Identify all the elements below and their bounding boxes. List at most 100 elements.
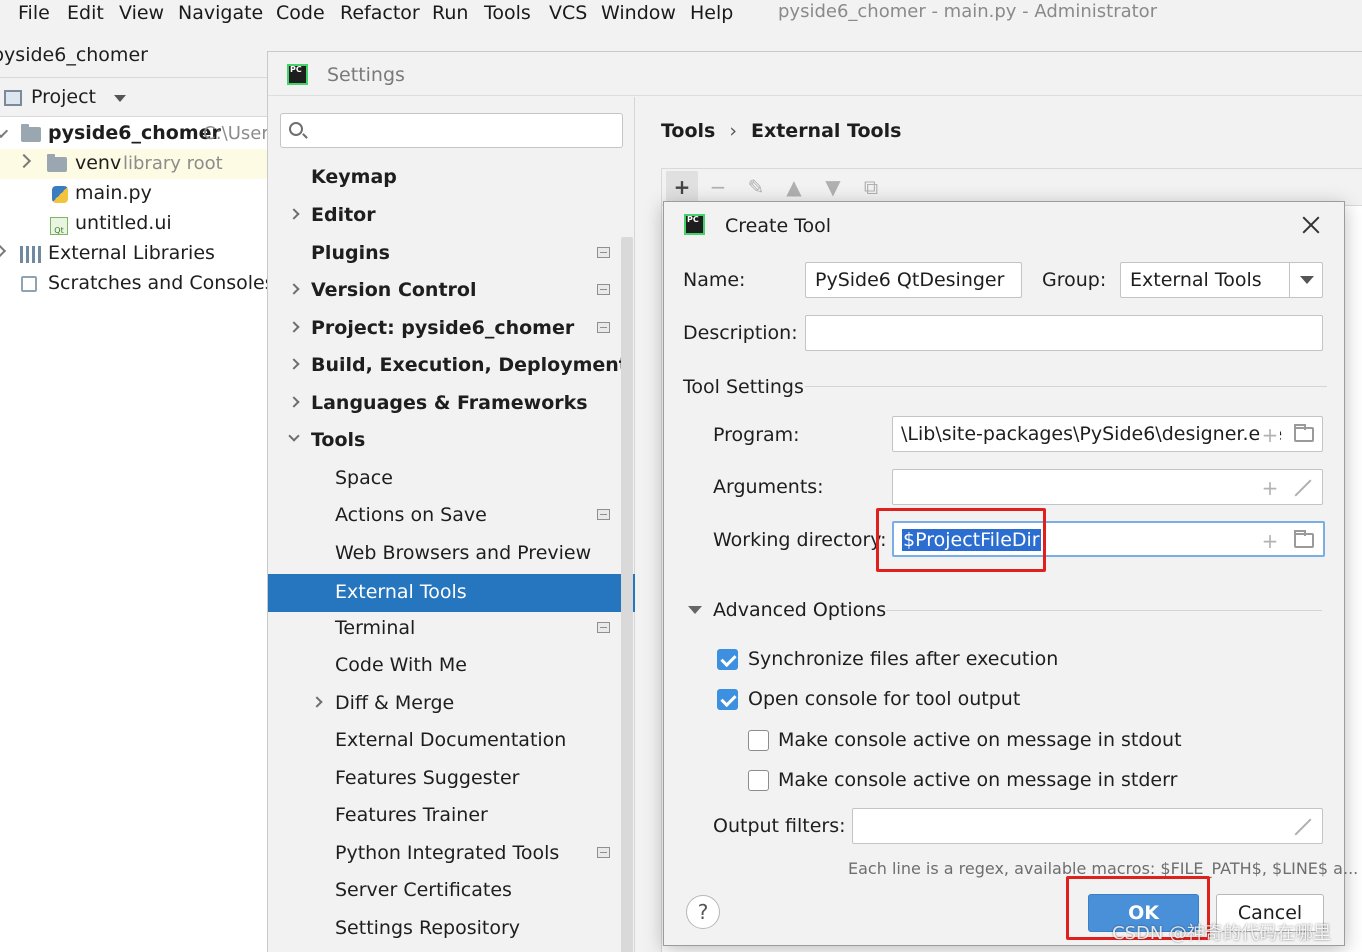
settings-breadcrumb: Tools › External Tools bbox=[661, 120, 901, 142]
move-down-icon[interactable]: ▼ bbox=[823, 177, 843, 197]
tree-item-venv[interactable]: venv library root bbox=[0, 149, 268, 179]
chevron-down-icon[interactable] bbox=[688, 606, 702, 614]
settings-item-build[interactable]: Build, Execution, Deployment bbox=[268, 346, 628, 384]
settings-item-features-suggester[interactable]: Features Suggester bbox=[268, 759, 621, 797]
sync-files-checkbox[interactable] bbox=[717, 649, 738, 670]
chevron-right-icon[interactable] bbox=[288, 283, 300, 295]
settings-tree-scrollbar[interactable] bbox=[621, 237, 633, 952]
settings-item-keymap[interactable]: Keymap bbox=[268, 158, 621, 196]
chevron-right-icon[interactable] bbox=[0, 243, 7, 259]
tree-item-scratches[interactable]: Scratches and Consoles bbox=[0, 269, 268, 299]
chevron-right-icon[interactable] bbox=[288, 321, 300, 333]
chevron-down-icon[interactable] bbox=[114, 95, 126, 102]
remove-icon[interactable]: − bbox=[708, 177, 728, 197]
group-dropdown[interactable]: External Tools bbox=[1120, 262, 1323, 298]
console-stderr-label[interactable]: Make console active on message in stderr bbox=[778, 769, 1177, 791]
program-input[interactable]: \Lib\site-packages\PySide6\designer.exe … bbox=[892, 416, 1323, 452]
edit-icon[interactable]: ✎ bbox=[746, 177, 766, 197]
settings-item-plugins[interactable]: Plugins bbox=[268, 234, 621, 272]
settings-item-editor[interactable]: Editor bbox=[268, 196, 621, 234]
menu-navigate[interactable]: Navigate bbox=[178, 2, 263, 24]
nav-breadcrumb[interactable]: pyside6_chomer bbox=[0, 44, 148, 66]
settings-item-server-certificates[interactable]: Server Certificates bbox=[268, 871, 621, 909]
menu-run[interactable]: Run bbox=[432, 2, 468, 24]
add-icon[interactable]: + bbox=[666, 171, 698, 203]
open-console-checkbox[interactable] bbox=[717, 689, 738, 710]
chevron-down-icon[interactable] bbox=[0, 123, 9, 139]
settings-item-python-integrated-tools[interactable]: Python Integrated Tools bbox=[268, 834, 621, 872]
expand-icon[interactable] bbox=[1294, 818, 1312, 836]
tree-item-main-py[interactable]: main.py bbox=[0, 179, 268, 209]
console-stderr-checkbox[interactable] bbox=[748, 770, 769, 791]
settings-item-space[interactable]: Space bbox=[268, 459, 621, 497]
settings-item-languages[interactable]: Languages & Frameworks bbox=[268, 384, 621, 422]
chevron-right-icon[interactable] bbox=[288, 358, 300, 370]
insert-macro-icon[interactable]: + bbox=[1260, 425, 1280, 445]
section-divider bbox=[886, 610, 1322, 611]
settings-item-settings-repository[interactable]: Settings Repository bbox=[268, 909, 621, 947]
tree-item-project-root[interactable]: pyside6_chomer C:\Users bbox=[0, 119, 268, 149]
settings-item-code-with-me[interactable]: Code With Me bbox=[268, 646, 621, 684]
menu-window[interactable]: Window bbox=[601, 2, 676, 24]
name-value: PySide6 QtDesinger bbox=[815, 269, 1005, 291]
settings-item-label: Actions on Save bbox=[335, 504, 487, 526]
copy-icon[interactable]: ⧉ bbox=[861, 177, 881, 197]
chevron-down-icon[interactable] bbox=[1289, 263, 1322, 297]
settings-item-features-trainer[interactable]: Features Trainer bbox=[268, 796, 621, 834]
close-icon[interactable] bbox=[1300, 214, 1322, 236]
settings-item-label: Space bbox=[335, 467, 393, 489]
advanced-options-heading[interactable]: Advanced Options bbox=[713, 599, 886, 621]
console-stdout-label[interactable]: Make console active on message in stdout bbox=[778, 729, 1182, 751]
tree-item-external-libraries[interactable]: External Libraries bbox=[0, 239, 268, 269]
breadcrumb-parent[interactable]: Tools bbox=[661, 120, 715, 142]
pycharm-logo-icon bbox=[684, 214, 705, 235]
group-value: External Tools bbox=[1130, 269, 1262, 291]
chevron-right-icon[interactable] bbox=[288, 396, 300, 408]
expand-icon[interactable] bbox=[1294, 479, 1312, 497]
tree-item-untitled-ui[interactable]: Qt untitled.ui bbox=[0, 209, 268, 239]
settings-item-external-tools[interactable]: External Tools bbox=[268, 574, 635, 612]
open-console-label[interactable]: Open console for tool output bbox=[748, 688, 1020, 710]
project-panel-header[interactable]: Project bbox=[0, 79, 268, 117]
tree-item-label: untitled.ui bbox=[75, 212, 172, 234]
folder-browse-icon[interactable] bbox=[1294, 424, 1314, 442]
settings-item-project[interactable]: Project: pyside6_chomer bbox=[268, 309, 621, 347]
menu-code[interactable]: Code bbox=[276, 2, 325, 24]
settings-item-actions-on-save[interactable]: Actions on Save bbox=[268, 496, 621, 534]
pycharm-logo-icon bbox=[287, 64, 308, 85]
library-icon bbox=[20, 246, 42, 263]
name-input[interactable]: PySide6 QtDesinger bbox=[805, 262, 1022, 298]
help-button[interactable]: ? bbox=[686, 895, 720, 929]
console-stdout-checkbox[interactable] bbox=[748, 730, 769, 751]
menu-help[interactable]: Help bbox=[690, 2, 733, 24]
menu-view[interactable]: View bbox=[119, 2, 164, 24]
settings-item-label: Tools bbox=[311, 429, 366, 451]
menu-vcs[interactable]: VCS bbox=[549, 2, 587, 24]
breadcrumb-current: External Tools bbox=[750, 120, 902, 142]
menu-tools[interactable]: Tools bbox=[484, 2, 531, 24]
output-filters-input[interactable] bbox=[852, 808, 1323, 844]
menu-refactor[interactable]: Refactor bbox=[340, 2, 420, 24]
description-input[interactable] bbox=[805, 315, 1323, 351]
sync-files-label[interactable]: Synchronize files after execution bbox=[748, 648, 1058, 670]
menu-file[interactable]: File bbox=[18, 2, 50, 24]
move-up-icon[interactable]: ▲ bbox=[784, 177, 804, 197]
settings-item-web-browsers[interactable]: Web Browsers and Preview bbox=[268, 534, 621, 572]
settings-item-label: Project: pyside6_chomer bbox=[311, 317, 575, 339]
chevron-right-icon[interactable] bbox=[311, 696, 323, 708]
insert-macro-icon[interactable]: + bbox=[1260, 478, 1280, 498]
settings-item-version-control[interactable]: Version Control bbox=[268, 271, 621, 309]
folder-browse-icon[interactable] bbox=[1294, 530, 1314, 548]
chevron-down-icon[interactable] bbox=[288, 430, 300, 442]
settings-item-diff-merge[interactable]: Diff & Merge bbox=[268, 684, 621, 722]
menu-edit[interactable]: Edit bbox=[67, 2, 104, 24]
arguments-input[interactable]: + bbox=[892, 469, 1323, 505]
settings-item-external-documentation[interactable]: External Documentation bbox=[268, 721, 621, 759]
highlight-box bbox=[876, 508, 1046, 572]
settings-item-terminal[interactable]: Terminal bbox=[268, 609, 621, 647]
insert-macro-icon[interactable]: + bbox=[1260, 531, 1280, 551]
chevron-right-icon[interactable] bbox=[16, 153, 32, 169]
chevron-right-icon[interactable] bbox=[288, 208, 300, 220]
settings-item-tools[interactable]: Tools bbox=[268, 421, 621, 459]
settings-search-input[interactable] bbox=[280, 113, 623, 148]
